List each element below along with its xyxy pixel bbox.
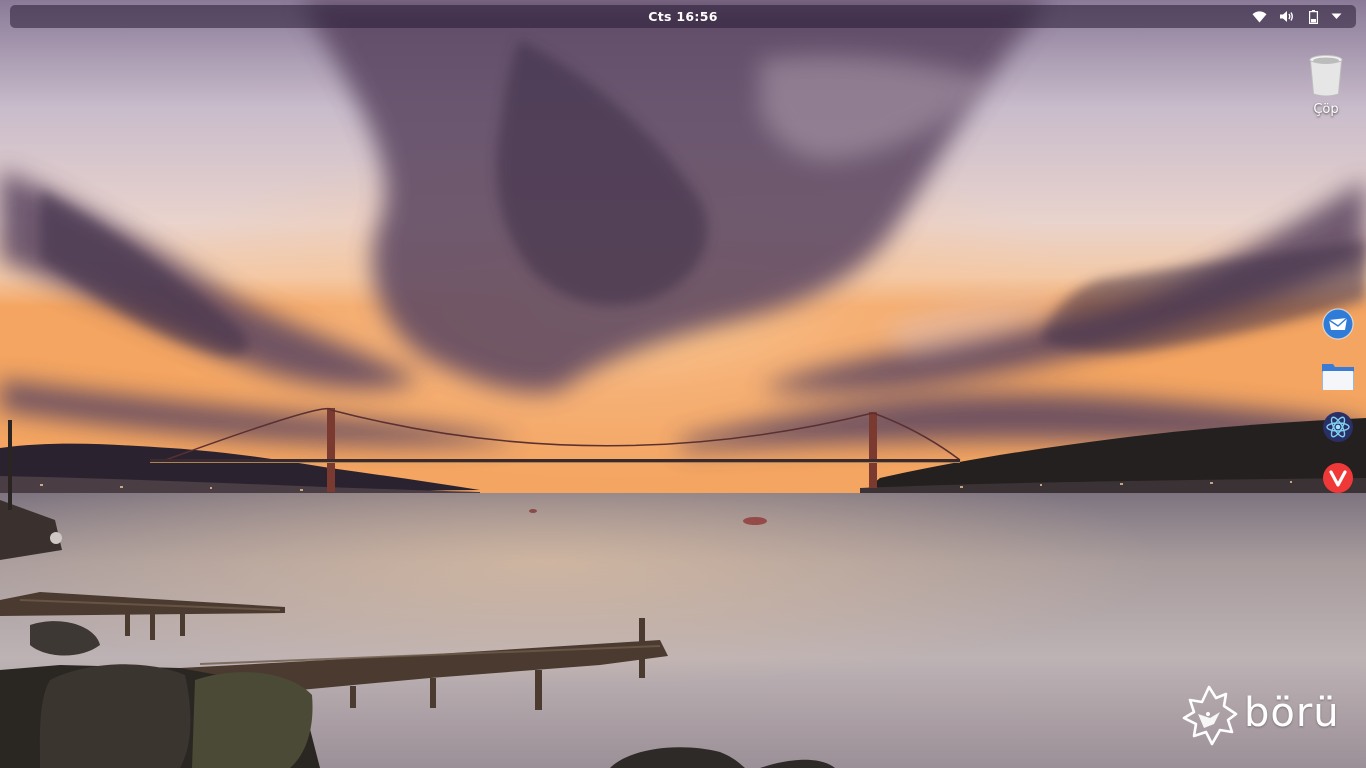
vivaldi-browser-icon xyxy=(1323,463,1353,493)
battery-icon[interactable] xyxy=(1304,8,1322,25)
top-panel: Cts 16:56 xyxy=(10,5,1356,28)
dropdown-arrow-icon[interactable] xyxy=(1327,8,1345,25)
volume-icon[interactable] xyxy=(1277,8,1295,25)
trash-label: Çöp xyxy=(1313,102,1339,117)
boru-logo: börü xyxy=(1176,684,1346,750)
wolf-logo-icon xyxy=(1182,685,1238,746)
atom-editor-icon xyxy=(1323,412,1353,442)
clock[interactable]: Cts 16:56 xyxy=(10,5,1356,28)
desktop[interactable]: Cts 16:56 Çöp börü xyxy=(0,0,1366,768)
wallpaper xyxy=(0,0,1366,768)
wifi-icon[interactable] xyxy=(1250,8,1268,25)
dock-mail-client[interactable] xyxy=(1320,306,1356,342)
dock-vivaldi-browser[interactable] xyxy=(1320,460,1356,496)
file-manager-icon xyxy=(1322,364,1354,390)
dock-file-manager[interactable] xyxy=(1320,358,1356,394)
logo-text: börü xyxy=(1244,690,1340,736)
trash-desktop-icon[interactable]: Çöp xyxy=(1298,52,1354,122)
dock-atom-editor[interactable] xyxy=(1320,409,1356,445)
mail-client-icon xyxy=(1322,308,1354,340)
trash-icon xyxy=(1309,55,1343,97)
